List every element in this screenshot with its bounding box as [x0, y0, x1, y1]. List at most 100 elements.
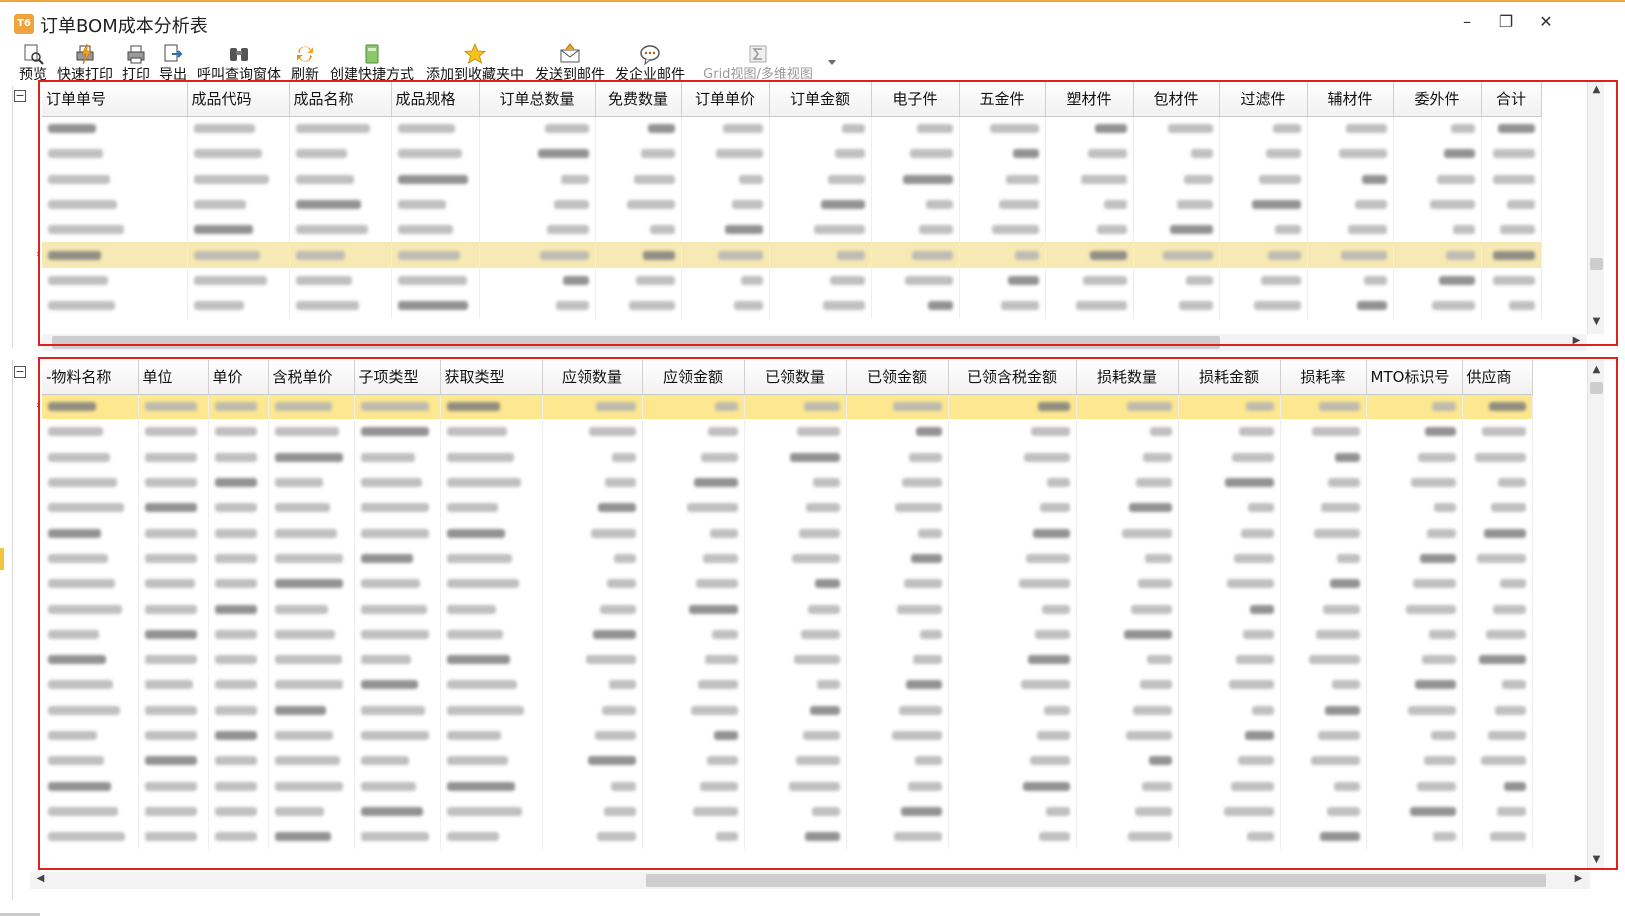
column-header[interactable]: 塑材件 — [1045, 82, 1134, 117]
redacted-cell — [595, 242, 682, 268]
scroll-right-icon[interactable]: ▶ — [1568, 335, 1585, 346]
column-header[interactable]: 订单总数量 — [479, 82, 596, 117]
column-header[interactable]: 损耗金额 — [1178, 360, 1281, 395]
column-header[interactable]: 应领金额 — [642, 360, 745, 395]
column-header[interactable]: 单位 — [138, 360, 209, 395]
redacted-cell — [1045, 141, 1134, 167]
column-header[interactable]: 已领数量 — [744, 360, 847, 395]
print-button[interactable]: 打印 — [120, 42, 152, 84]
close-button[interactable]: ✕ — [1534, 12, 1558, 34]
column-header[interactable]: 成品名称 — [289, 82, 392, 117]
column-header[interactable]: MTO标识号 — [1366, 360, 1463, 395]
scroll-left-icon[interactable]: ◀ — [32, 873, 49, 884]
column-header[interactable]: -物料名称 — [42, 360, 139, 395]
minimize-button[interactable]: – — [1455, 12, 1479, 34]
export-button[interactable]: 导出 — [156, 42, 190, 84]
table-row[interactable] — [42, 621, 1533, 647]
toolbar-overflow-chevron-icon[interactable] — [828, 60, 836, 66]
column-header[interactable]: 免费数量 — [595, 82, 682, 117]
send-to-mail-button[interactable]: 发送到邮件 — [532, 42, 608, 84]
redacted-cell — [1366, 469, 1463, 496]
table-row[interactable] — [42, 495, 1533, 521]
table-row[interactable] — [42, 748, 1533, 774]
column-header[interactable]: 合计 — [1481, 82, 1542, 117]
scroll-down-icon[interactable]: ▼ — [1588, 316, 1605, 327]
column-header[interactable]: 订单单价 — [681, 82, 770, 117]
restore-button[interactable]: ❐ — [1494, 12, 1518, 34]
column-header[interactable]: 供应商 — [1462, 360, 1533, 395]
column-header[interactable]: 获取类型 — [440, 360, 543, 395]
send-enterprise-mail-button[interactable]: 发企业邮件 — [612, 42, 688, 84]
table-row[interactable] — [42, 545, 1533, 572]
table-row[interactable] — [42, 444, 1533, 470]
upper-vscroll-thumb[interactable] — [1590, 258, 1603, 270]
redacted-cell — [871, 217, 960, 243]
upper-horizontal-scrollbar[interactable]: ▶ — [42, 334, 1587, 351]
upper-collapse-icon[interactable]: − — [14, 90, 26, 102]
column-header[interactable]: 包材件 — [1133, 82, 1220, 117]
scroll-right-icon[interactable]: ▶ — [1570, 873, 1587, 884]
column-header[interactable]: 电子件 — [871, 82, 960, 117]
add-to-favorites-button[interactable]: 添加到收藏夹中 — [422, 42, 528, 84]
column-header[interactable]: 订单单号 — [42, 82, 188, 117]
scroll-up-icon[interactable]: ▲ — [1588, 364, 1605, 375]
upper-vertical-scrollbar[interactable]: ▲ ▼ — [1587, 82, 1604, 334]
call-query-window-button[interactable]: 呼叫查询窗体 — [194, 42, 284, 84]
table-row[interactable] — [42, 166, 1542, 192]
table-row[interactable] — [42, 672, 1533, 698]
column-header[interactable]: 子项类型 — [354, 360, 441, 395]
column-header[interactable]: 应领数量 — [542, 360, 643, 395]
column-header[interactable]: 损耗数量 — [1076, 360, 1179, 395]
lower-horizontal-scrollbar[interactable]: ◀ ▶ — [30, 872, 1590, 889]
table-row[interactable] — [42, 242, 1542, 268]
lower-vertical-scrollbar[interactable]: ▲ ▼ — [1587, 360, 1604, 870]
create-shortcut-button[interactable]: 创建快捷方式 — [326, 42, 418, 84]
table-row[interactable] — [42, 293, 1542, 319]
column-header[interactable]: 委外件 — [1393, 82, 1482, 117]
redacted-cell — [268, 722, 355, 749]
scroll-up-icon[interactable]: ▲ — [1588, 84, 1605, 95]
grid-multidim-view-button[interactable]: Grid视图/多维视图 — [692, 42, 824, 84]
column-header[interactable]: 单价 — [208, 360, 269, 395]
table-row[interactable] — [42, 596, 1533, 622]
table-row[interactable] — [42, 419, 1533, 445]
preview-button[interactable]: 预览 — [16, 42, 50, 84]
column-header[interactable]: 已领含税金额 — [948, 360, 1077, 395]
table-row[interactable] — [42, 394, 1533, 420]
refresh-button[interactable]: 刷新 — [288, 42, 322, 84]
table-row[interactable] — [42, 798, 1533, 825]
table-row[interactable] — [42, 191, 1542, 218]
table-row[interactable] — [42, 267, 1542, 294]
column-header[interactable]: 已领金额 — [846, 360, 949, 395]
redacted-cell — [846, 621, 949, 647]
column-header[interactable]: 辅材件 — [1307, 82, 1394, 117]
quick-print-button[interactable]: 快速打印 — [54, 42, 116, 84]
table-row[interactable] — [42, 520, 1533, 546]
column-header[interactable]: 订单金额 — [769, 82, 872, 117]
redacted-cell — [1133, 267, 1220, 294]
table-row[interactable] — [42, 217, 1542, 243]
lower-vscroll-thumb[interactable] — [1590, 382, 1603, 394]
upper-hscroll-thumb[interactable] — [52, 336, 1220, 349]
redacted-cell — [208, 495, 269, 521]
column-header[interactable]: 五金件 — [959, 82, 1046, 117]
table-row[interactable] — [42, 773, 1533, 799]
column-header[interactable]: 成品规格 — [391, 82, 480, 117]
redacted-cell — [289, 141, 392, 167]
table-row[interactable] — [42, 571, 1533, 597]
column-header[interactable]: 含税单价 — [268, 360, 355, 395]
table-row[interactable] — [42, 646, 1533, 673]
column-header[interactable]: 过滤件 — [1219, 82, 1308, 117]
table-row[interactable] — [42, 824, 1533, 850]
table-row[interactable] — [42, 141, 1542, 167]
lower-collapse-icon[interactable]: − — [14, 366, 26, 378]
table-row[interactable] — [42, 722, 1533, 749]
table-row[interactable] — [42, 469, 1533, 496]
redacted-cell — [769, 267, 872, 294]
table-row[interactable] — [42, 697, 1533, 723]
column-header[interactable]: 成品代码 — [187, 82, 290, 117]
scroll-down-icon[interactable]: ▼ — [1588, 854, 1605, 865]
table-row[interactable] — [42, 116, 1542, 142]
column-header[interactable]: 损耗率 — [1280, 360, 1367, 395]
lower-hscroll-thumb[interactable] — [646, 874, 1546, 887]
